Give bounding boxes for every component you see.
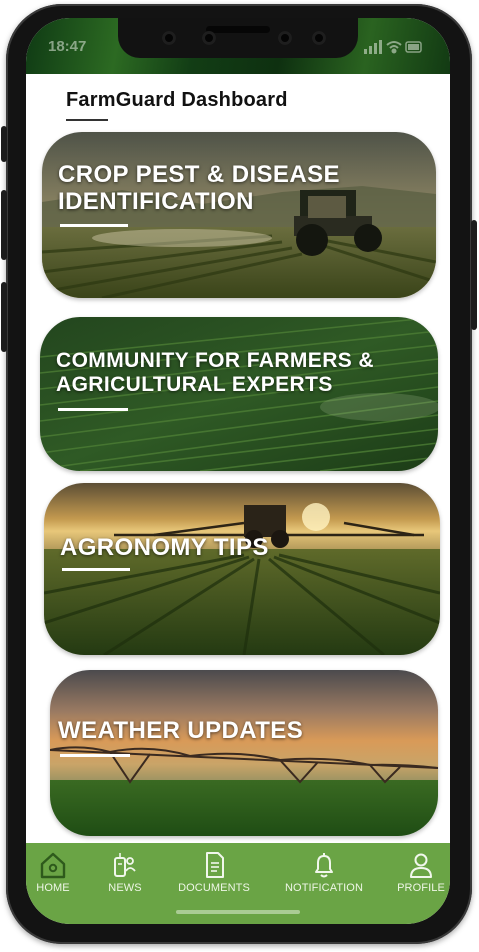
card-title: CROP PEST & DISEASE IDENTIFICATION bbox=[58, 161, 340, 215]
document-icon bbox=[206, 852, 224, 878]
bell-icon bbox=[315, 853, 333, 878]
status-time: 18:47 bbox=[48, 38, 87, 55]
wifi-icon bbox=[386, 41, 402, 54]
tab-news[interactable]: NEWS bbox=[83, 851, 167, 911]
card-title: AGRONOMY TIPS bbox=[60, 534, 269, 561]
camera-dot bbox=[312, 31, 326, 45]
card-title-underline bbox=[60, 224, 128, 227]
card-title-underline bbox=[58, 408, 128, 411]
news-icon bbox=[114, 853, 136, 877]
tab-label: NEWS bbox=[108, 882, 142, 894]
volume-up-button bbox=[1, 190, 7, 260]
weather-updates-card[interactable]: WEATHER UPDATES bbox=[50, 670, 438, 836]
speaker-grille bbox=[206, 26, 270, 33]
crop-pest-disease-card[interactable]: CROP PEST & DISEASE IDENTIFICATION bbox=[42, 132, 436, 298]
battery-icon bbox=[405, 41, 422, 53]
phone-screen: 18:47 FarmGuard Dashboard CROP PEST & DI… bbox=[26, 18, 450, 924]
power-button bbox=[471, 220, 477, 330]
tab-label: PROFILE bbox=[397, 882, 445, 894]
title-underline bbox=[66, 119, 108, 121]
home-indicator bbox=[176, 910, 300, 914]
tab-label: NOTIFICATION bbox=[285, 882, 363, 894]
page-title: FarmGuard Dashboard bbox=[66, 89, 288, 111]
user-icon bbox=[410, 853, 432, 878]
card-title: WEATHER UPDATES bbox=[58, 717, 304, 744]
camera-dot bbox=[202, 31, 216, 45]
agronomy-tips-card[interactable]: AGRONOMY TIPS bbox=[44, 483, 440, 655]
home-icon bbox=[40, 852, 66, 879]
card-title-underline bbox=[62, 568, 130, 571]
tab-label: DOCUMENTS bbox=[178, 882, 250, 894]
camera-dot bbox=[278, 31, 292, 45]
tab-documents[interactable]: DOCUMENTS bbox=[172, 851, 256, 911]
notch bbox=[118, 18, 358, 58]
tab-notification[interactable]: NOTIFICATION bbox=[282, 851, 366, 911]
camera-dot bbox=[162, 31, 176, 45]
mute-switch bbox=[1, 126, 7, 162]
signal-icon bbox=[364, 40, 382, 54]
tab-profile[interactable]: PROFILE bbox=[379, 851, 450, 911]
volume-down-button bbox=[1, 282, 7, 352]
card-title-underline bbox=[60, 754, 130, 757]
community-card[interactable]: COMMUNITY FOR FARMERS & AGRICULTURAL EXP… bbox=[40, 317, 438, 471]
status-bar: 18:47 bbox=[26, 18, 450, 74]
card-title: COMMUNITY FOR FARMERS & AGRICULTURAL EXP… bbox=[56, 349, 374, 396]
irrigation-sunset-image bbox=[50, 670, 438, 836]
tab-label: HOME bbox=[36, 882, 70, 894]
status-icons bbox=[364, 40, 422, 54]
